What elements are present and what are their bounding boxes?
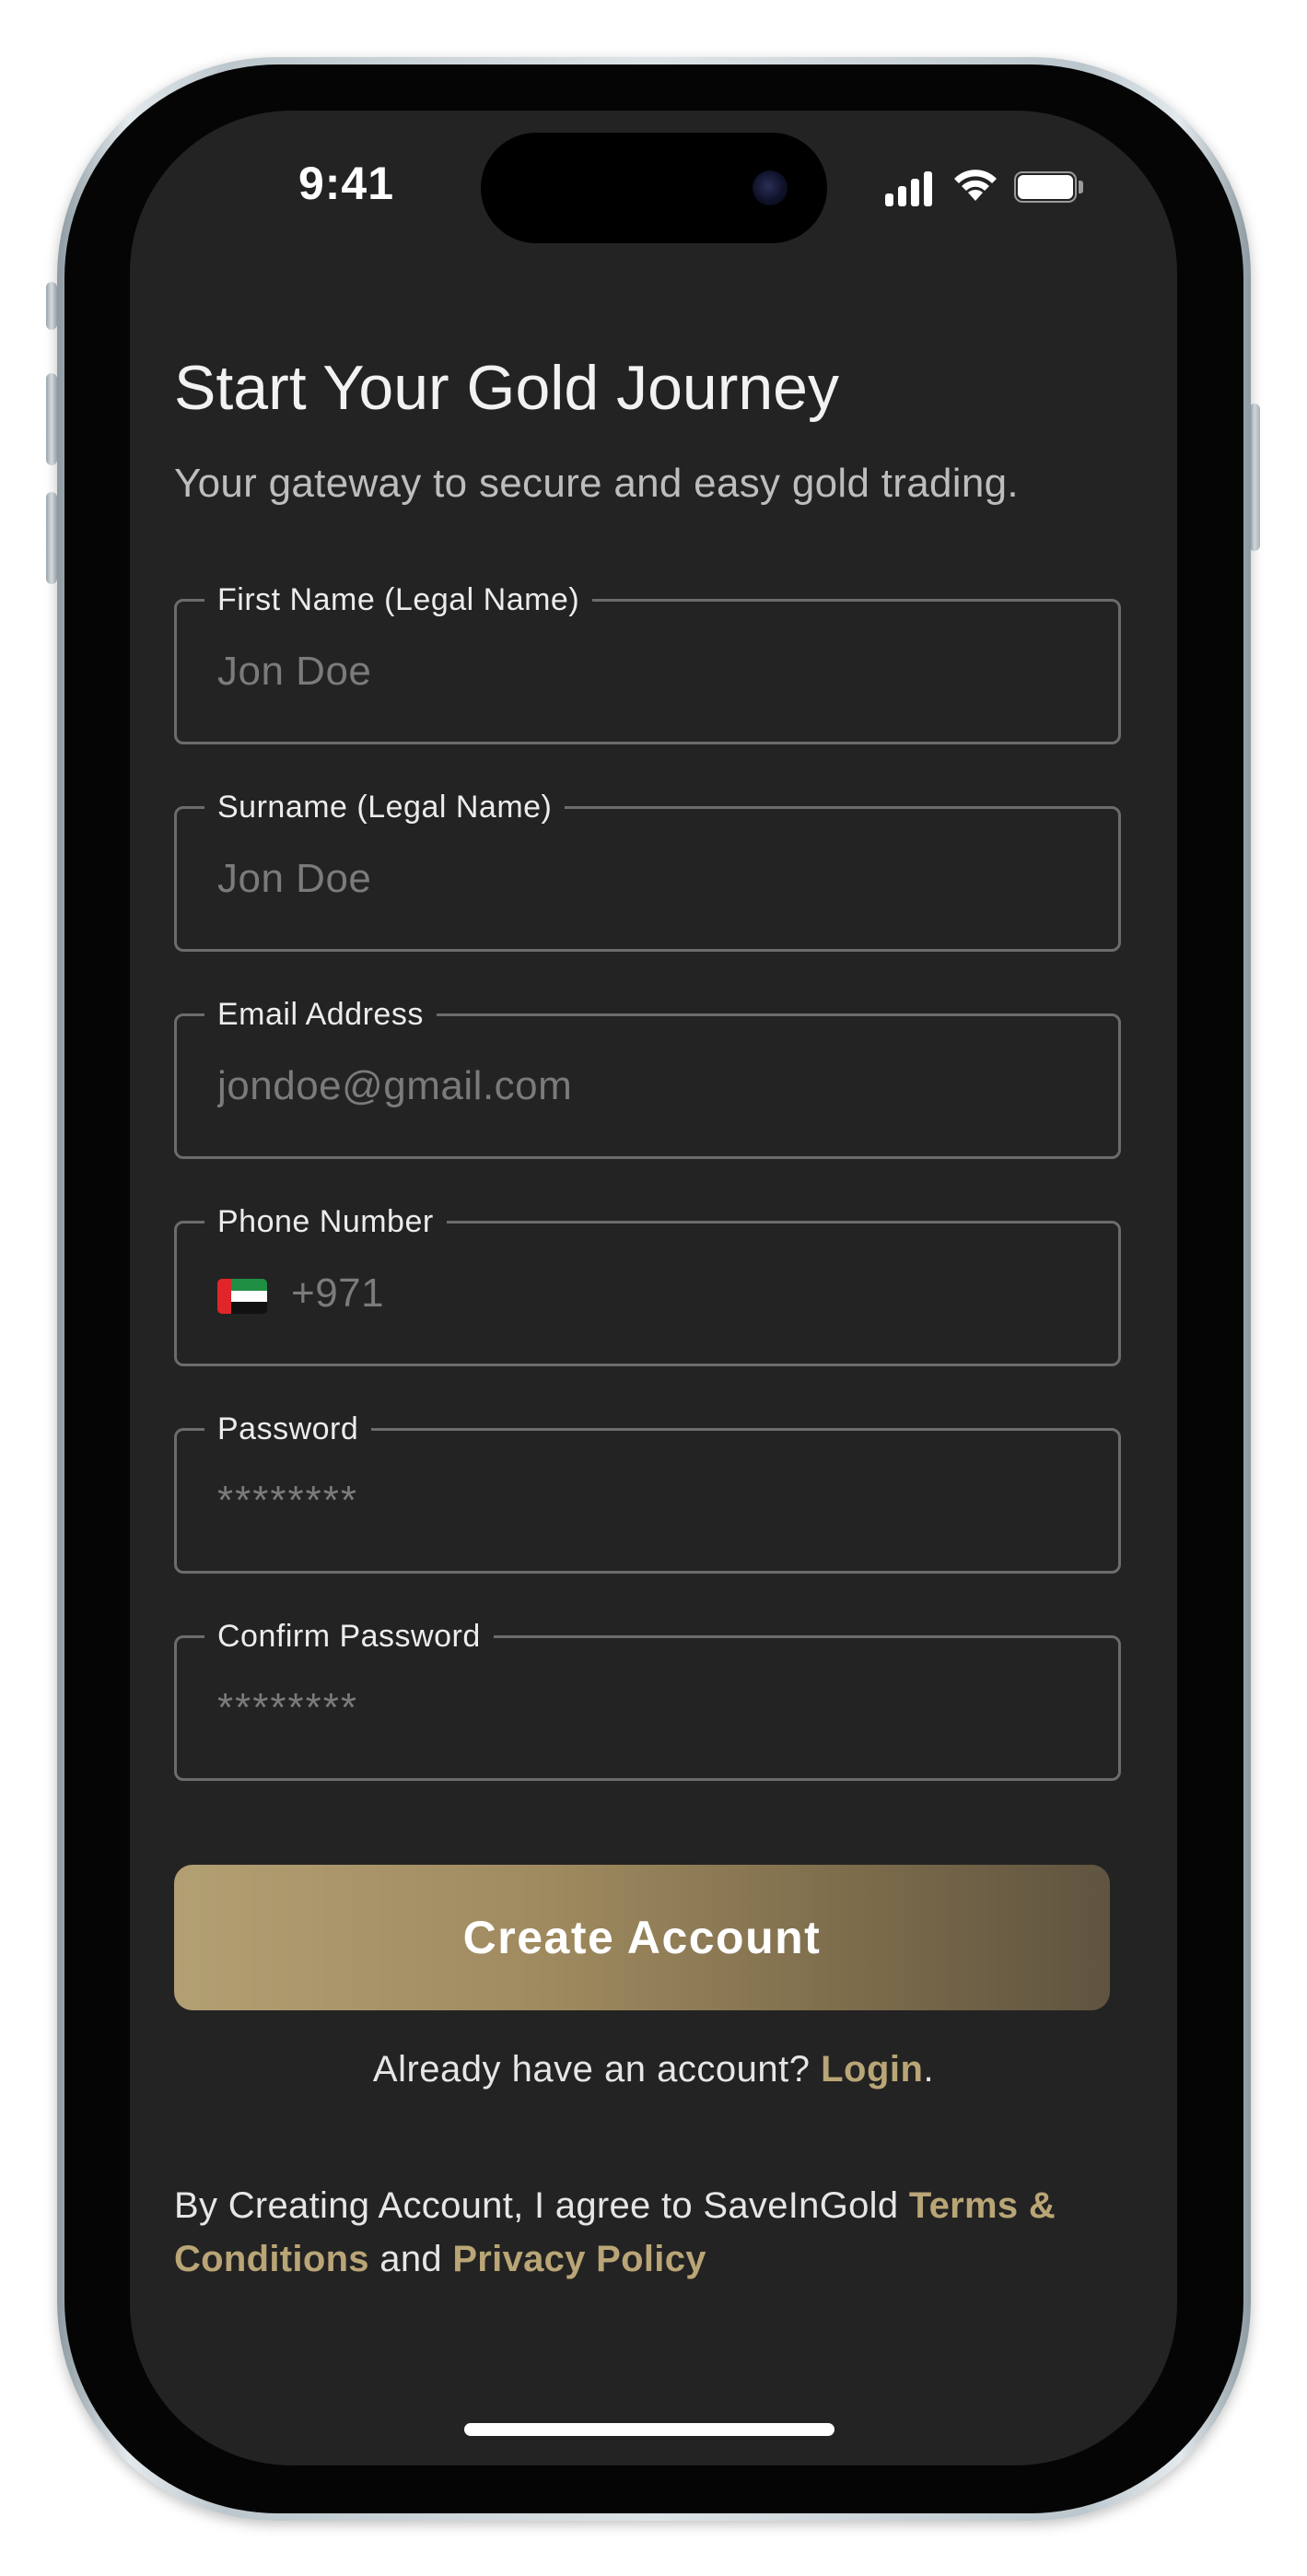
app-screen: 9:41 Start Your Gold Journey Your gatewa…	[130, 111, 1177, 2465]
status-time: 9:41	[298, 158, 395, 209]
terms-notice: By Creating Account, I agree to SaveInGo…	[174, 2179, 1114, 2286]
confirm-password-input[interactable]	[217, 1673, 1083, 1743]
surname-label: Surname (Legal Name)	[204, 789, 566, 825]
login-suffix: .	[923, 2049, 935, 2090]
wifi-icon	[954, 170, 997, 201]
status-icons	[885, 160, 1152, 216]
email-input[interactable]	[217, 1051, 1083, 1121]
password-input[interactable]	[217, 1466, 1083, 1536]
login-prompt: Already have an account? Login.	[130, 2049, 1177, 2090]
phone-field: Phone Number	[174, 1203, 1121, 1366]
volume-up-button[interactable]	[46, 373, 57, 465]
volume-down-button[interactable]	[46, 492, 57, 584]
first-name-field: First Name (Legal Name)	[174, 581, 1121, 744]
phone-input[interactable]	[291, 1259, 1083, 1329]
terms-middle: and	[368, 2239, 453, 2279]
first-name-input[interactable]	[217, 637, 1083, 707]
battery-icon	[1014, 171, 1084, 203]
front-camera	[753, 170, 788, 205]
password-label: Password	[204, 1411, 372, 1447]
password-field: Password	[174, 1411, 1121, 1574]
privacy-policy-link[interactable]: Privacy Policy	[452, 2239, 706, 2279]
page-subtitle: Your gateway to secure and easy gold tra…	[174, 461, 1019, 506]
login-link[interactable]: Login	[821, 2049, 923, 2090]
login-prompt-text: Already have an account?	[372, 2049, 822, 2090]
home-indicator[interactable]	[464, 2423, 834, 2436]
surname-input[interactable]	[217, 844, 1083, 914]
phone-label: Phone Number	[204, 1203, 447, 1240]
cellular-signal-icon	[885, 160, 940, 216]
first-name-label: First Name (Legal Name)	[204, 581, 593, 618]
confirm-password-label: Confirm Password	[204, 1618, 494, 1655]
terms-prefix: By Creating Account, I agree to SaveInGo…	[174, 2185, 909, 2226]
email-label: Email Address	[204, 996, 437, 1033]
uae-flag-icon[interactable]	[217, 1279, 267, 1314]
surname-field: Surname (Legal Name)	[174, 789, 1121, 952]
page-title: Start Your Gold Journey	[174, 353, 840, 423]
email-field: Email Address	[174, 996, 1121, 1159]
create-account-button[interactable]: Create Account	[174, 1865, 1110, 2010]
confirm-password-field: Confirm Password	[174, 1618, 1121, 1781]
action-button[interactable]	[46, 282, 57, 330]
